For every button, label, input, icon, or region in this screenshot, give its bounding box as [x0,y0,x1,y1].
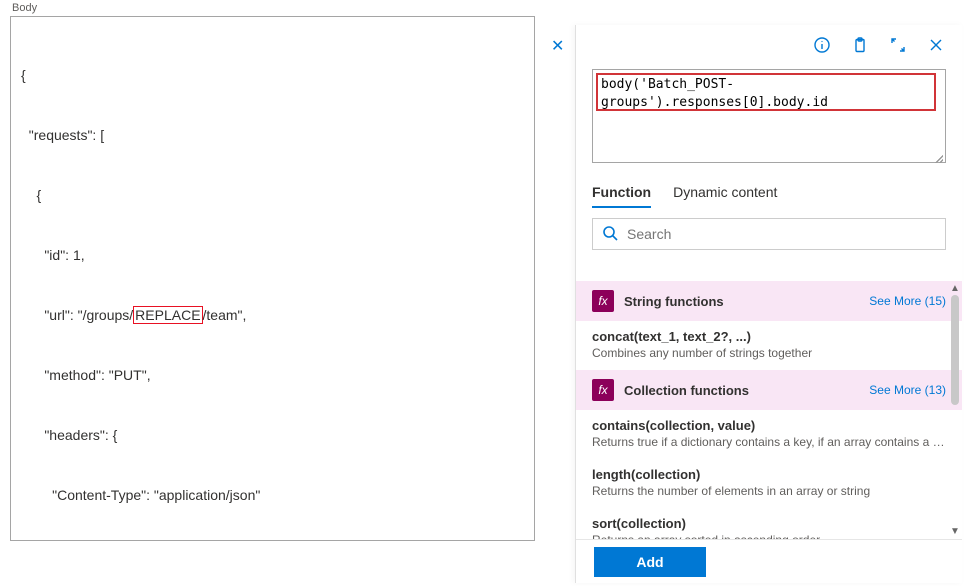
function-list: fx String functions See More (15) concat… [576,281,962,539]
expression-panel: Function Dynamic content fx String funct… [575,25,962,583]
expression-input-wrap [592,69,946,166]
category-title: Collection functions [624,383,859,398]
close-icon[interactable] [928,37,944,53]
body-textarea[interactable]: { "requests": [ { "id": 1, "url": "/grou… [10,16,535,541]
search-input[interactable] [592,218,946,250]
function-signature: contains(collection, value) [592,418,946,433]
close-icon[interactable]: ✕ [551,36,564,56]
function-signature: concat(text_1, text_2?, ...) [592,329,946,344]
code-line: { [21,185,524,205]
function-item-contains[interactable]: contains(collection, value) Returns true… [576,410,962,459]
fx-icon: fx [592,379,614,401]
scroll-track[interactable] [948,295,962,524]
search-wrap [592,218,946,250]
category-header-string[interactable]: fx String functions See More (15) [576,281,962,321]
scroll-up-icon[interactable]: ▲ [948,281,962,295]
function-signature: length(collection) [592,467,946,482]
code-line: "requests": [ [21,125,524,145]
function-description: Returns the number of elements in an arr… [592,484,946,498]
clipboard-icon[interactable] [852,37,868,53]
fx-icon: fx [592,290,614,312]
function-item-concat[interactable]: concat(text_1, text_2?, ...) Combines an… [576,321,962,370]
see-more-link[interactable]: See More (15) [869,294,946,308]
code-text: /team", [203,307,247,323]
replace-highlight: REPLACE [133,306,202,324]
tab-dynamic-content[interactable]: Dynamic content [673,184,777,208]
function-item-length[interactable]: length(collection) Returns the number of… [576,459,962,508]
function-item-sort[interactable]: sort(collection) Returns an array sorted… [576,508,962,539]
body-panel: Body { "requests": [ { "id": 1, "url": "… [10,2,535,541]
function-description: Combines any number of strings together [592,346,946,360]
search-icon [602,225,618,244]
code-line: "method": "PUT", [21,365,524,385]
function-signature: sort(collection) [592,516,946,531]
info-icon[interactable] [814,37,830,53]
see-more-link[interactable]: See More (13) [869,383,946,397]
scroll-down-icon[interactable]: ▼ [948,524,962,538]
body-label: Body [10,2,535,14]
function-list-scrollbar[interactable]: ▲ ▼ [948,281,962,538]
add-button[interactable]: Add [594,547,706,577]
code-line: "id": 1, [21,245,524,265]
category-title: String functions [624,294,859,309]
expression-input[interactable] [592,69,946,163]
code-line: { [21,65,524,85]
add-bar: Add [576,539,962,583]
expression-toolbar [576,25,962,65]
scroll-thumb[interactable] [951,295,959,405]
resize-handle-icon[interactable] [933,153,943,163]
expression-tabs: Function Dynamic content [592,184,946,208]
code-text: "url": "/groups/ [21,307,133,323]
tab-function[interactable]: Function [592,184,651,208]
code-line: "Content-Type": "application/json" [21,485,524,505]
category-header-collection[interactable]: fx Collection functions See More (13) [576,370,962,410]
function-description: Returns true if a dictionary contains a … [592,435,946,449]
code-line: "url": "/groups/REPLACE/team", [21,305,524,325]
expand-icon[interactable] [890,37,906,53]
code-line: "headers": { [21,425,524,445]
